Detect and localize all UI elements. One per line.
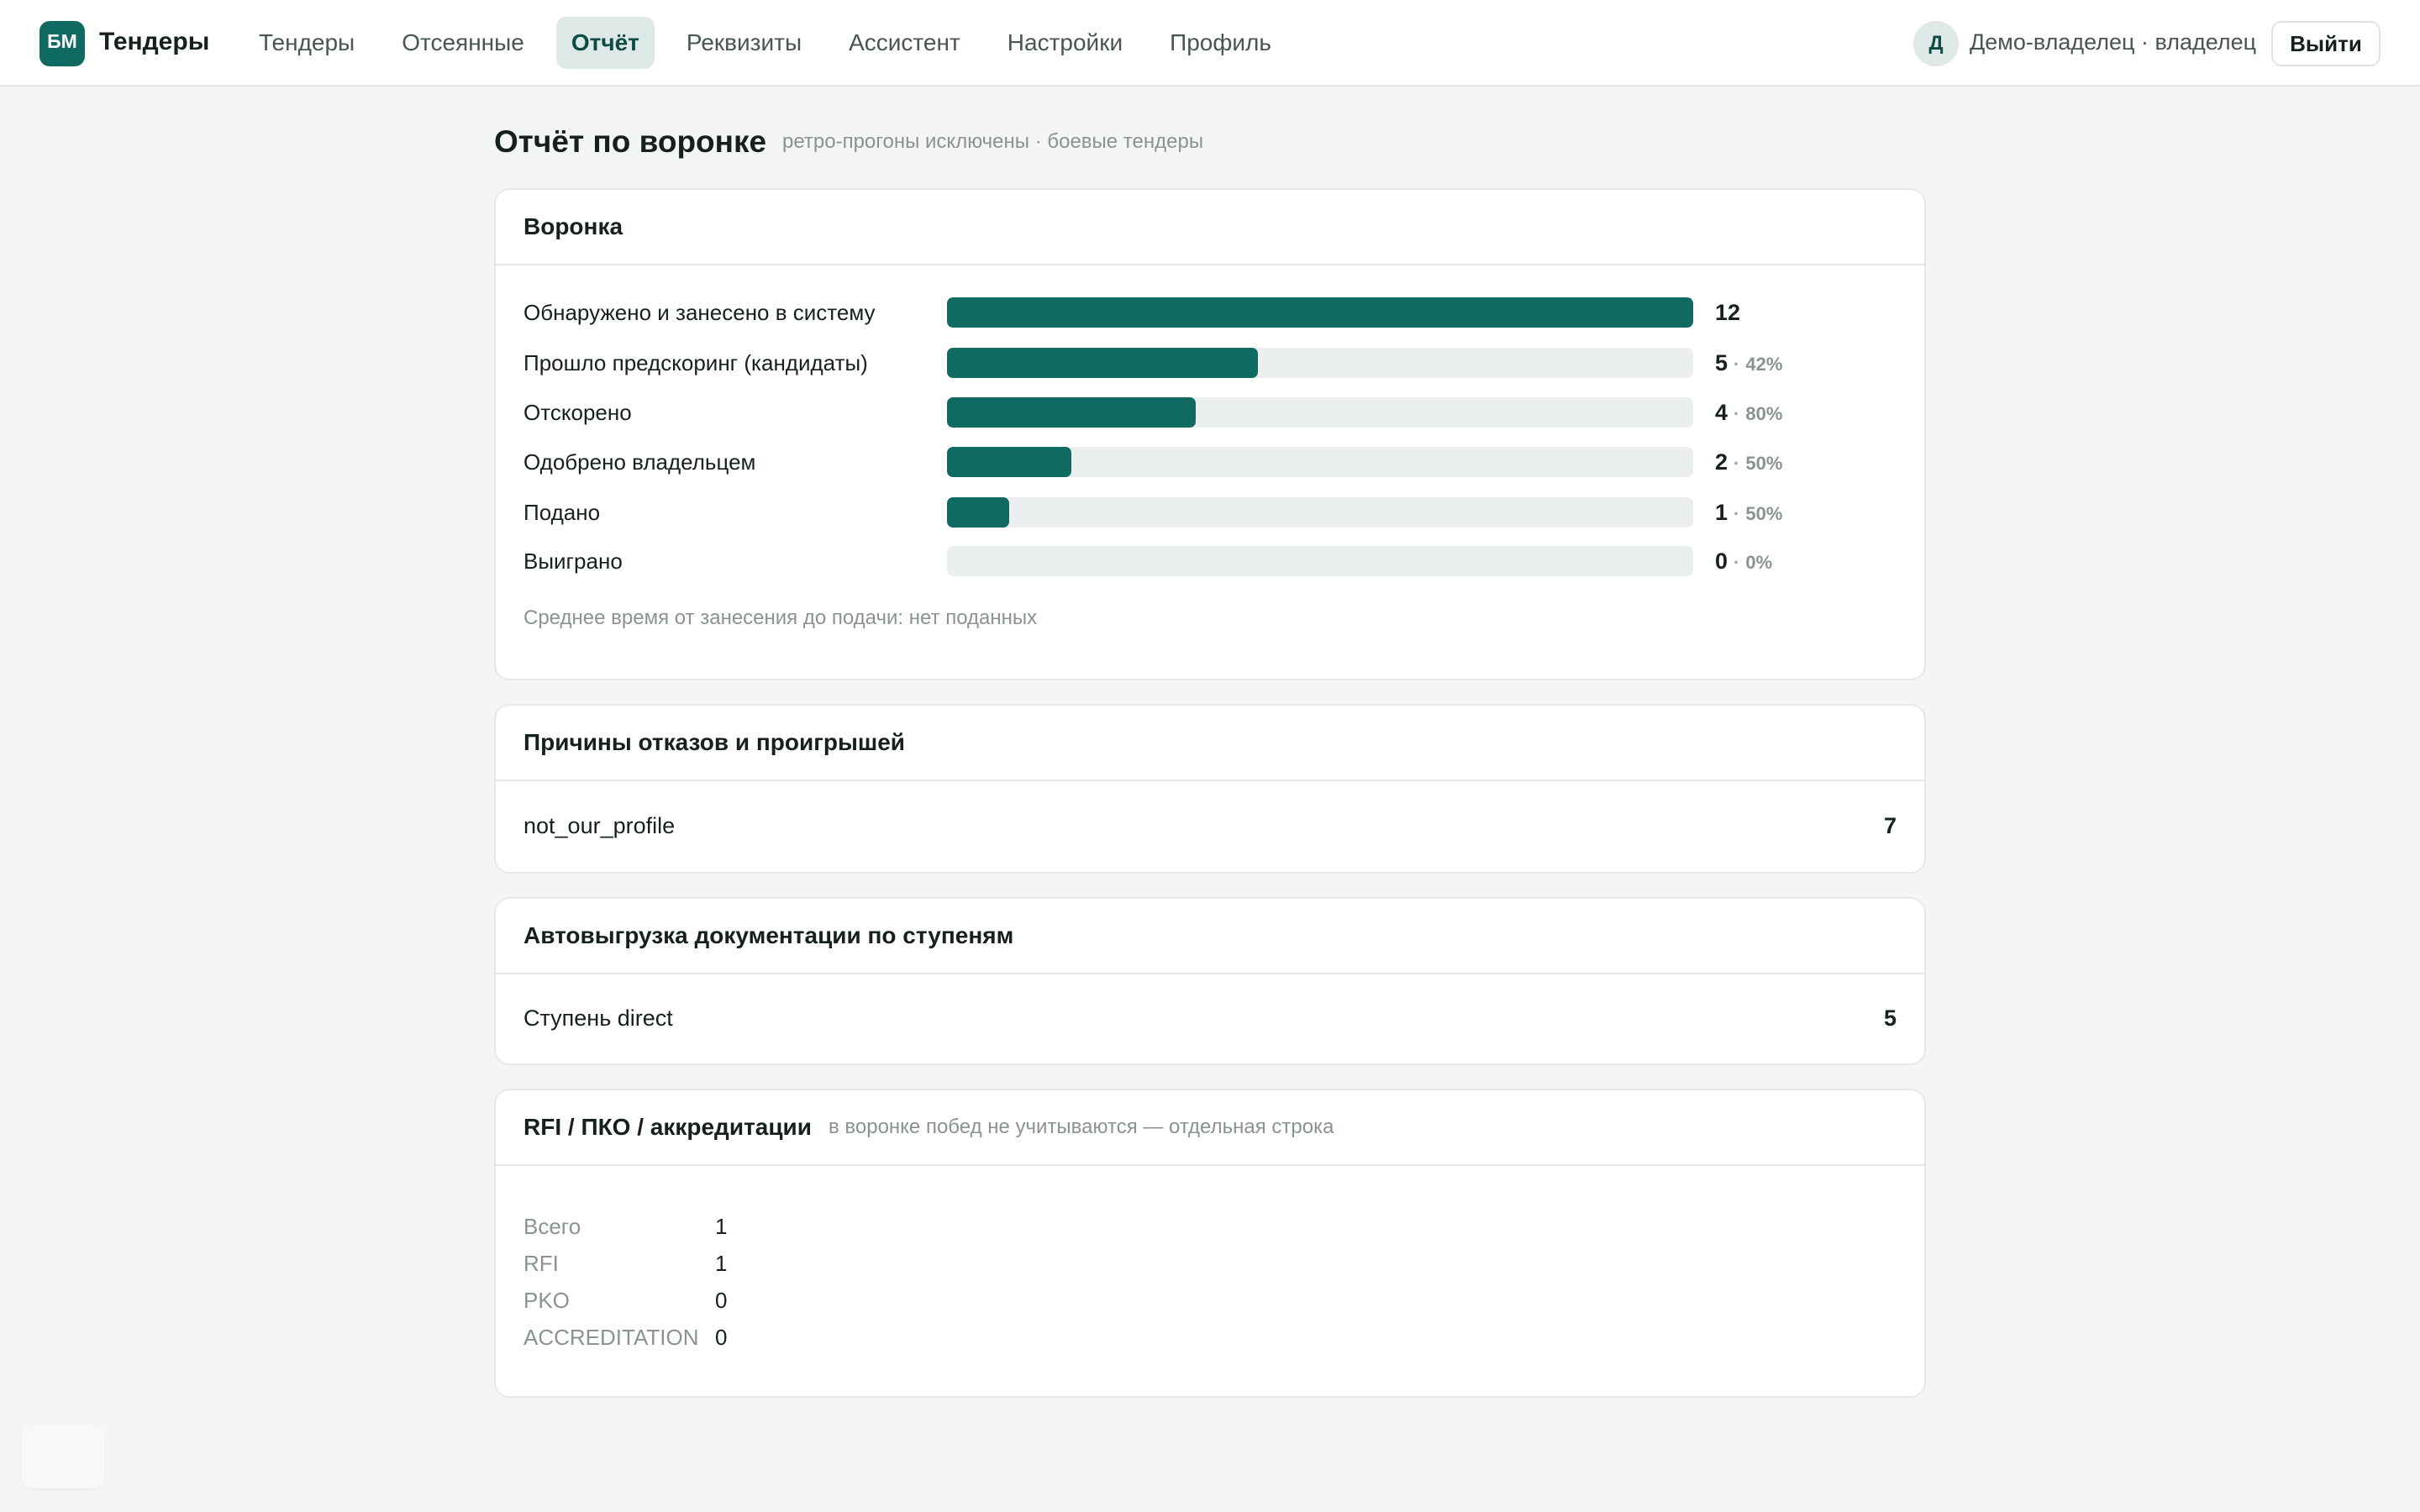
rfi-stat-key: RFI xyxy=(523,1251,559,1276)
rfi-note: в воронке побед не учитываются — отдельн… xyxy=(828,1116,1334,1138)
funnel-row: Выиграно 0 · 0% xyxy=(523,546,1902,576)
rfi-stat-key: ACCREDITATION xyxy=(523,1325,699,1350)
nav-item-assistant[interactable]: Ассистент xyxy=(834,17,976,69)
rfi-stat-value: 0 xyxy=(715,1288,728,1313)
funnel-count: 5 xyxy=(1715,350,1728,375)
funnel-count: 1 xyxy=(1715,500,1728,525)
funnel-bar-fill xyxy=(947,348,1259,378)
nav-item-rejected[interactable]: Отсеянные xyxy=(387,17,539,69)
funnel-separator: · xyxy=(1733,403,1740,424)
funnel-bar-track xyxy=(947,497,1693,528)
reasons-title: Причины отказов и проигрышей xyxy=(523,729,906,755)
rfi-stat-value: 1 xyxy=(715,1251,728,1276)
funnel-bar-fill xyxy=(947,447,1072,477)
page-title: Отчёт по воронке xyxy=(494,124,767,159)
funnel-count-wrap: 0 · 0% xyxy=(1715,546,1772,578)
reasons-card-header: Причины отказов и проигрышей xyxy=(496,706,1924,781)
reason-label: not_our_profile xyxy=(523,812,676,838)
funnel-separator: · xyxy=(1733,354,1740,375)
rfi-title: RFI / ПКО / аккредитации xyxy=(523,1114,812,1140)
funnel-bar-fill xyxy=(947,397,1196,428)
funnel-row: Прошло предскоринг (кандидаты) 5 · 42% xyxy=(523,348,1902,378)
funnel-count-wrap: 5 · 42% xyxy=(1715,348,1782,380)
rfi-stat-value: 1 xyxy=(715,1214,728,1239)
funnel-bar-track xyxy=(947,447,1693,477)
autoload-count: 5 xyxy=(1883,1005,1897,1031)
funnel-bar-fill xyxy=(947,297,1693,328)
autoload-label: Ступень direct xyxy=(523,1005,673,1031)
funnel-count: 4 xyxy=(1715,400,1728,425)
autoload-row: Ступень direct 5 xyxy=(496,974,1924,1062)
rfi-stat-value: 0 xyxy=(715,1325,728,1350)
funnel-conversion: 80% xyxy=(1745,403,1783,424)
funnel-row-label: Выиграно xyxy=(523,549,623,574)
app-logo[interactable]: БМ xyxy=(39,21,85,66)
funnel-row-label: Обнаружено и занесено в систему xyxy=(523,300,876,325)
funnel-bar-fill xyxy=(947,497,1009,528)
funnel-row: Одобрено владельцем 2 · 50% xyxy=(523,447,1902,477)
main-nav: Тендеры Отсеянные Отчёт Реквизиты Ассист… xyxy=(244,17,1286,69)
nav-item-report[interactable]: Отчёт xyxy=(555,17,655,69)
reasons-card: Причины отказов и проигрышей not_our_pro… xyxy=(494,704,1926,874)
autoload-card-header: Автовыгрузка документации по ступеням xyxy=(496,899,1924,974)
funnel-count: 0 xyxy=(1715,549,1728,574)
user-name: Демо-владелец · владелец xyxy=(1970,29,2257,55)
funnel-count: 2 xyxy=(1715,449,1728,475)
funnel-conversion: 50% xyxy=(1745,503,1783,524)
logout-button[interactable]: Выйти xyxy=(2271,21,2381,66)
funnel-card-header: Воронка xyxy=(496,190,1924,265)
nav-item-profile[interactable]: Профиль xyxy=(1155,17,1286,69)
top-bar: БМ Тендеры Тендеры Отсеянные Отчёт Рекви… xyxy=(0,0,2420,87)
funnel-row: Обнаружено и занесено в систему 12 xyxy=(523,297,1902,328)
funnel-row-label: Подано xyxy=(523,500,601,525)
funnel-conversion: 0% xyxy=(1745,552,1773,573)
rfi-stat-key: PKO xyxy=(523,1288,570,1313)
app-brand[interactable]: Тендеры xyxy=(99,25,209,59)
funnel-bar-track xyxy=(947,348,1693,378)
autoload-title: Автовыгрузка документации по ступеням xyxy=(523,922,1014,948)
funnel-count: 12 xyxy=(1715,300,1741,325)
rfi-card: RFI / ПКО / аккредитации в воронке побед… xyxy=(494,1089,1926,1398)
funnel-count-wrap: 4 · 80% xyxy=(1715,397,1782,429)
funnel-bar-track xyxy=(947,397,1693,428)
funnel-conversion: 50% xyxy=(1745,453,1783,474)
funnel-card: Воронка Обнаружено и занесено в систему … xyxy=(494,188,1926,680)
reason-row: not_our_profile 7 xyxy=(496,781,1924,870)
funnel-separator: · xyxy=(1733,453,1740,474)
funnel-row: Подано 1 · 50% xyxy=(523,497,1902,528)
funnel-count-wrap: 2 · 50% xyxy=(1715,447,1782,479)
funnel-separator: · xyxy=(1733,552,1740,573)
avatar[interactable]: Д xyxy=(1913,21,1959,66)
funnel-title: Воронка xyxy=(523,213,623,239)
funnel-row: Отскорено 4 · 80% xyxy=(523,397,1902,428)
floating-widget[interactable] xyxy=(21,1425,105,1488)
funnel-count-wrap: 1 · 50% xyxy=(1715,497,1782,529)
funnel-bar-track xyxy=(947,546,1693,576)
funnel-bar-track xyxy=(947,297,1693,328)
funnel-row-label: Одобрено владельцем xyxy=(523,449,756,475)
funnel-row-label: Отскорено xyxy=(523,400,632,425)
nav-item-tenders[interactable]: Тендеры xyxy=(244,17,370,69)
reason-count: 7 xyxy=(1883,812,1897,838)
nav-item-settings[interactable]: Настройки xyxy=(992,17,1138,69)
funnel-conversion: 42% xyxy=(1745,354,1783,375)
rfi-stat-key: Всего xyxy=(523,1214,581,1239)
funnel-count-wrap: 12 xyxy=(1715,297,1740,328)
funnel-row-label: Прошло предскоринг (кандидаты) xyxy=(523,350,868,375)
funnel-separator: · xyxy=(1733,503,1740,524)
funnel-footnote: Среднее время от занесения до подачи: не… xyxy=(523,606,1038,629)
autoload-card: Автовыгрузка документации по ступеням Ст… xyxy=(494,897,1926,1065)
page-subtitle: ретро-прогоны исключены · боевые тендеры xyxy=(782,130,1204,153)
rfi-card-header: RFI / ПКО / аккредитации в воронке побед… xyxy=(496,1090,1924,1166)
nav-item-requisites[interactable]: Реквизиты xyxy=(671,17,817,69)
